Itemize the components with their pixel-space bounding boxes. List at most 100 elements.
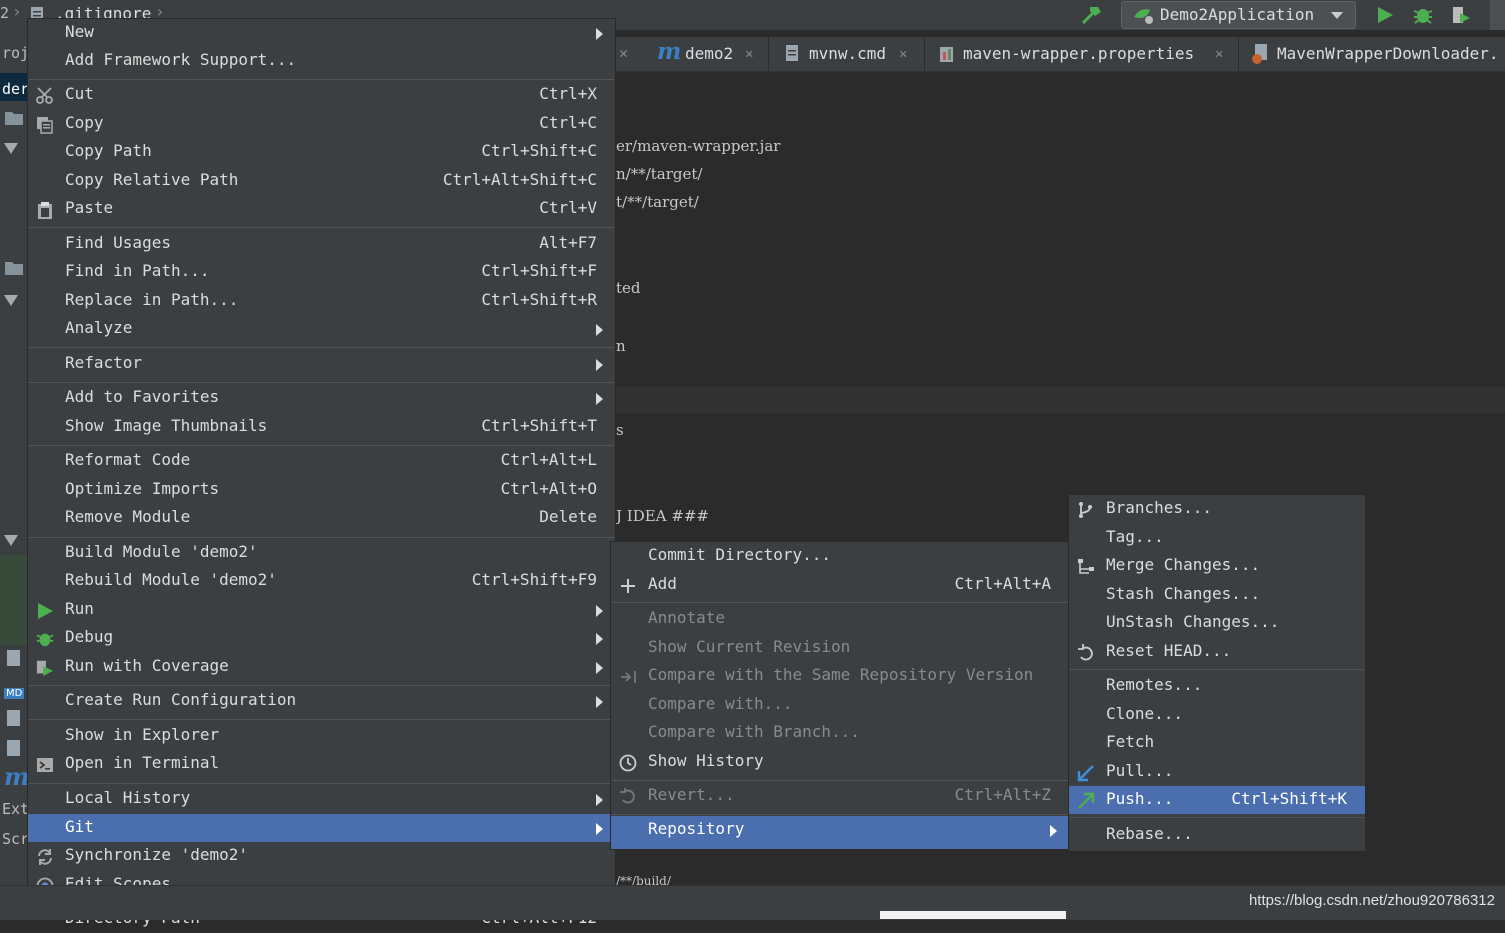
run-configuration-dropdown[interactable]: Demo2Application	[1121, 1, 1356, 29]
repository-menu-item-pull[interactable]: Pull...	[1069, 758, 1365, 786]
expand-arrow-icon[interactable]	[4, 295, 18, 306]
repository-menu-item-unstash-changes[interactable]: UnStash Changes...	[1069, 609, 1365, 637]
context-menu-item-remove-module[interactable]: Remove Module Delete	[28, 504, 615, 532]
external-libraries-node[interactable]: Ext	[2, 800, 29, 818]
git-menu-item-repository[interactable]: Repository	[611, 816, 1069, 849]
close-icon[interactable]: ✕	[745, 46, 753, 62]
context-menu-item-cut[interactable]: Cut Ctrl+X	[28, 81, 615, 109]
file-icon	[786, 45, 798, 61]
code-line[interactable]: er/maven-wrapper.jar	[616, 137, 780, 155]
context-menu-item-find-in-path[interactable]: Find in Path... Ctrl+Shift+F	[28, 258, 615, 286]
menu-item-label: Rebase...	[1106, 824, 1193, 843]
context-menu-item-rebuild-module-demo2[interactable]: Rebuild Module 'demo2' Ctrl+Shift+F9	[28, 567, 615, 595]
code-line[interactable]: n	[616, 337, 626, 355]
tab-maven-wrapper-properties[interactable]: maven-wrapper.properties ✕	[925, 37, 1239, 71]
menu-item-label: Tag...	[1106, 527, 1164, 546]
scratches-node[interactable]: Scr	[2, 830, 29, 848]
menu-item-label: Remove Module	[65, 507, 191, 526]
context-menu-item-show-image-thumbnails[interactable]: Show Image Thumbnails Ctrl+Shift+T	[28, 413, 615, 441]
git-menu-item-compare-with-branch[interactable]: Compare with Branch...	[611, 719, 1069, 747]
repository-menu-item-clone[interactable]: Clone...	[1069, 701, 1365, 729]
code-line[interactable]: t/**/target/	[616, 193, 699, 211]
run-icon[interactable]	[1376, 6, 1394, 24]
markdown-badge: MD	[4, 688, 25, 699]
repository-menu-item-branches[interactable]: Branches...	[1069, 495, 1365, 523]
menu-item-label: Analyze	[65, 318, 133, 337]
repository-menu-item-stash-changes[interactable]: Stash Changes...	[1069, 581, 1365, 609]
project-label[interactable]: roj	[2, 44, 29, 62]
context-menu-item-add-to-favorites[interactable]: Add to Favorites	[28, 384, 615, 412]
git-menu-item-compare-with-the-same-repository-version[interactable]: Compare with the Same Repository Version	[611, 662, 1069, 690]
git-menu-item-commit-directory[interactable]: Commit Directory...	[611, 542, 1069, 570]
context-menu-item-local-history[interactable]: Local History	[28, 785, 615, 813]
menu-separator	[29, 537, 614, 538]
context-menu-item-open-in-terminal[interactable]: Open in Terminal	[28, 750, 615, 778]
repository-menu-item-reset-head[interactable]: Reset HEAD...	[1069, 638, 1365, 666]
context-menu-item-add-framework-support[interactable]: Add Framework Support...	[28, 47, 615, 75]
bug-icon	[36, 630, 54, 648]
shortcut-label: Ctrl+Alt+Z	[954, 785, 1051, 804]
git-menu-item-show-history[interactable]: Show History	[611, 748, 1069, 776]
repository-menu-item-push[interactable]: Push... Ctrl+Shift+K	[1069, 786, 1365, 814]
context-menu-item-run[interactable]: Run	[28, 596, 615, 624]
context-menu-item-create-run-configuration[interactable]: Create Run Configuration	[28, 687, 615, 715]
run-coverage-icon[interactable]	[1450, 5, 1472, 25]
tab-maven-wrapper-downloader[interactable]: MavenWrapperDownloader.	[1239, 37, 1505, 71]
repository-menu-item-merge-changes[interactable]: Merge Changes...	[1069, 552, 1365, 580]
code-line[interactable]: n/**/target/	[616, 165, 702, 183]
close-tab-icon[interactable]: ✕	[619, 44, 628, 62]
code-line[interactable]: J IDEA ###	[616, 507, 709, 525]
git-menu-item-compare-with[interactable]: Compare with...	[611, 691, 1069, 719]
repository-menu-item-tag[interactable]: Tag...	[1069, 524, 1365, 552]
context-menu-item-optimize-imports[interactable]: Optimize Imports Ctrl+Alt+O	[28, 476, 615, 504]
expand-arrow-icon[interactable]	[4, 143, 18, 154]
menu-item-label: Repository	[648, 819, 745, 838]
menu-item-label: Run	[65, 599, 94, 618]
git-menu-item-show-current-revision[interactable]: Show Current Revision	[611, 634, 1069, 662]
breadcrumb-segment[interactable]: 2	[0, 4, 9, 22]
code-line[interactable]: s	[616, 421, 624, 439]
context-menu-item-synchronize-demo2[interactable]: Synchronize 'demo2'	[28, 842, 615, 870]
sync-icon	[36, 848, 54, 866]
debug-bug-icon[interactable]	[1412, 5, 1434, 25]
tab-mvnw-cmd[interactable]: mvnw.cmd ✕	[769, 37, 925, 71]
submenu-arrow-icon	[596, 794, 603, 806]
context-menu-item-build-module-demo2[interactable]: Build Module 'demo2'	[28, 539, 615, 567]
close-icon[interactable]: ✕	[899, 46, 907, 62]
tab-demo2[interactable]: m demo2 ✕	[645, 37, 769, 71]
repository-menu-item-rebase[interactable]: Rebase...	[1069, 821, 1365, 849]
context-menu-item-refactor[interactable]: Refactor	[28, 350, 615, 378]
push-icon	[1077, 792, 1095, 810]
context-menu-item-replace-in-path[interactable]: Replace in Path... Ctrl+Shift+R	[28, 287, 615, 315]
expand-arrow-icon[interactable]	[4, 535, 18, 546]
context-menu-item-run-with-coverage[interactable]: Run with Coverage	[28, 653, 615, 681]
context-menu-item-analyze[interactable]: Analyze	[28, 315, 615, 343]
git-menu-item-annotate[interactable]: Annotate	[611, 605, 1069, 633]
close-icon[interactable]: ✕	[1215, 46, 1223, 62]
context-menu-item-copy-path[interactable]: Copy Path Ctrl+Shift+C	[28, 138, 615, 166]
menu-item-label: Copy Path	[65, 141, 152, 160]
project-tool-strip: roj der MD m Ext Scr TO	[0, 30, 29, 919]
context-menu-item-copy-relative-path[interactable]: Copy Relative Path Ctrl+Alt+Shift+C	[28, 167, 615, 195]
context-menu-item-git[interactable]: Git	[28, 814, 615, 842]
menu-item-label: Replace in Path...	[65, 290, 239, 309]
shortcut-label: Ctrl+Alt+L	[500, 450, 597, 469]
context-menu-item-paste[interactable]: Paste Ctrl+V	[28, 195, 615, 223]
code-line[interactable]: ted	[616, 279, 641, 297]
repository-menu-item-remotes[interactable]: Remotes...	[1069, 672, 1365, 700]
build-hammer-icon[interactable]	[1080, 4, 1104, 26]
context-menu-item-copy[interactable]: Copy Ctrl+C	[28, 110, 615, 138]
module-node[interactable]: der	[2, 80, 29, 98]
context-menu-item-show-in-explorer[interactable]: Show in Explorer	[28, 722, 615, 750]
context-menu-item-find-usages[interactable]: Find Usages Alt+F7	[28, 230, 615, 258]
tab-label: MavenWrapperDownloader.	[1277, 44, 1499, 63]
context-menu-item-reformat-code[interactable]: Reformat Code Ctrl+Alt+L	[28, 447, 615, 475]
git-menu-item-revert[interactable]: Revert... Ctrl+Alt+Z	[611, 782, 1069, 810]
folder-icon	[5, 262, 23, 275]
menu-item-label: UnStash Changes...	[1106, 612, 1280, 631]
context-menu-item-new[interactable]: New	[28, 19, 615, 47]
scissors-icon	[36, 87, 54, 105]
repository-menu-item-fetch[interactable]: Fetch	[1069, 729, 1365, 757]
context-menu-item-debug[interactable]: Debug	[28, 624, 615, 652]
git-menu-item-add[interactable]: Add Ctrl+Alt+A	[611, 571, 1069, 599]
